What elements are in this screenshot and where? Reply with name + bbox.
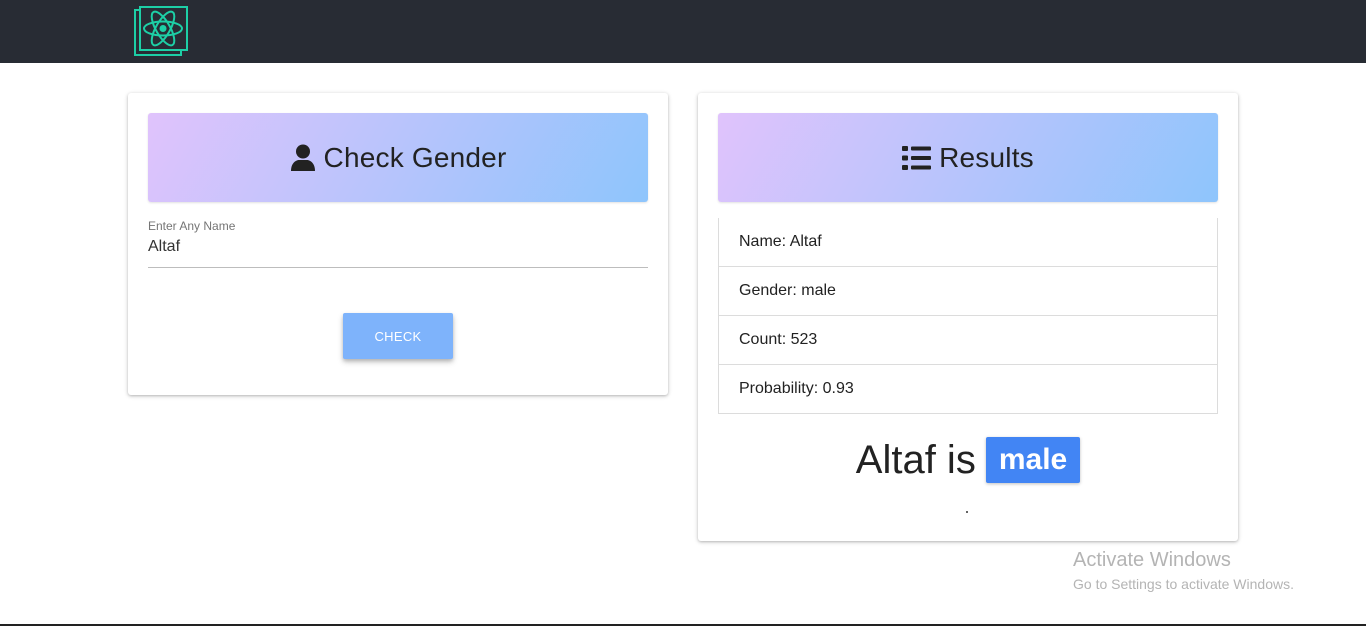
check-gender-title: Check Gender bbox=[323, 141, 507, 173]
name-input[interactable] bbox=[148, 238, 648, 256]
results-header: Results bbox=[718, 113, 1218, 202]
result-sentence: Altaf is male bbox=[698, 437, 1238, 483]
result-sentence-text: Altaf is bbox=[855, 437, 976, 482]
result-row-probability: Probability: 0.93 bbox=[719, 364, 1217, 413]
top-navbar bbox=[0, 0, 1366, 63]
result-row-gender: Gender: male bbox=[719, 266, 1217, 315]
result-row-name: Name: Altaf bbox=[739, 233, 822, 250]
results-card: Results Name: Altaf Gender: male Count: … bbox=[698, 93, 1238, 541]
dot-marker bbox=[966, 511, 968, 513]
user-icon bbox=[290, 144, 316, 172]
result-row-count: Count: 523 bbox=[719, 315, 1217, 364]
name-field[interactable]: Enter Any Name bbox=[148, 219, 648, 268]
react-atom-icon[interactable] bbox=[134, 6, 188, 56]
activate-windows-watermark: Activate Windows Go to Settings to activ… bbox=[1073, 549, 1294, 592]
watermark-title: Activate Windows bbox=[1073, 549, 1231, 571]
results-list: Name: Altaf Gender: male Count: 523 Prob… bbox=[718, 218, 1218, 414]
check-gender-card: Check Gender Enter Any Name CHECK bbox=[128, 93, 668, 395]
results-title: Results bbox=[939, 141, 1034, 173]
gender-badge: male bbox=[985, 437, 1081, 483]
name-field-label: Enter Any Name bbox=[148, 219, 236, 233]
check-button[interactable]: CHECK bbox=[343, 313, 453, 359]
check-gender-header: Check Gender bbox=[148, 113, 648, 202]
list-icon bbox=[902, 145, 932, 170]
watermark-subtitle: Go to Settings to activate Windows. bbox=[1073, 576, 1294, 592]
